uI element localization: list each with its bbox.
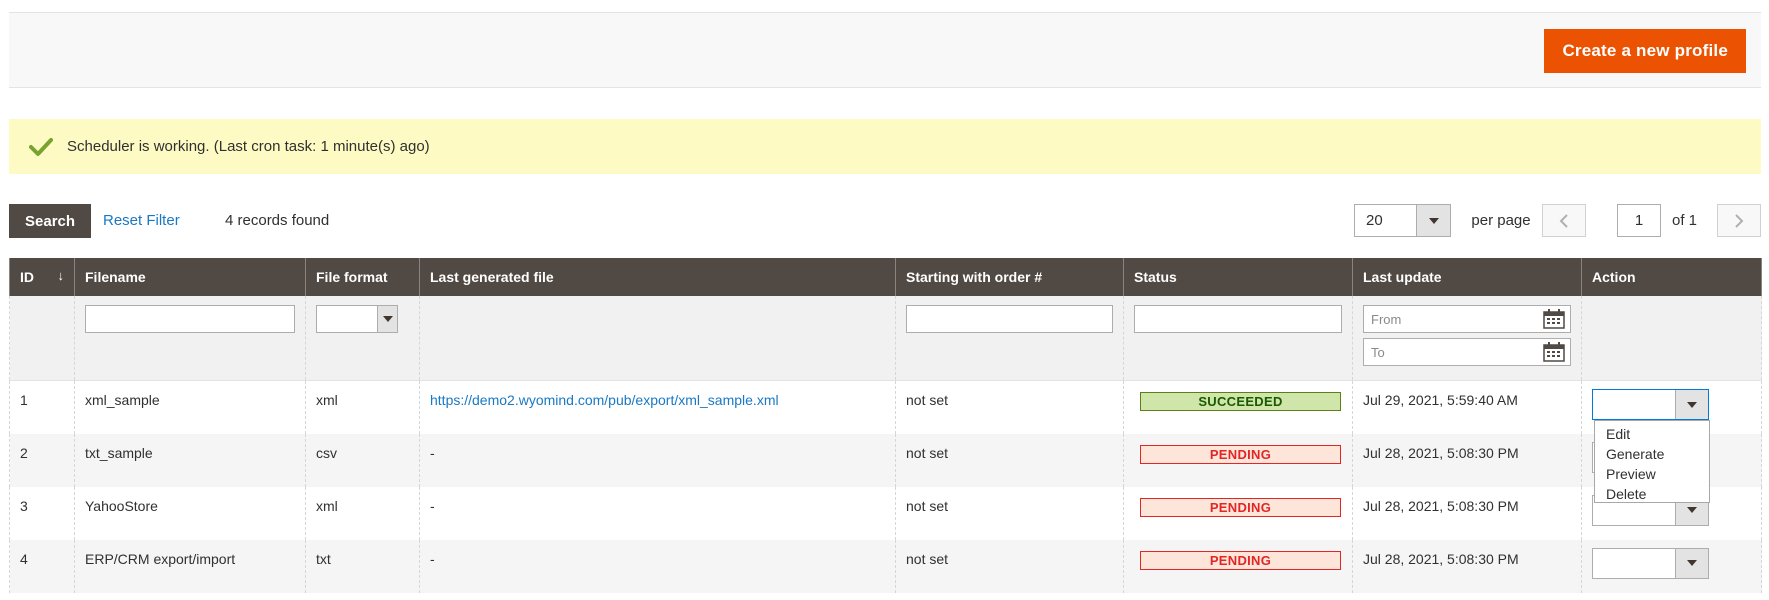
action-option-generate[interactable]: Generate [1595,444,1709,464]
action-dropdown-menu: Edit Generate Preview Delete [1594,420,1710,503]
cell-file-format: txt [305,539,420,593]
column-header-status[interactable]: Status [1123,258,1353,296]
scheduler-message-text: Scheduler is working. (Last cron task: 1… [67,138,430,155]
page-number-input[interactable] [1617,204,1661,237]
search-button[interactable]: Search [9,204,92,238]
status-badge: SUCCEEDED [1140,392,1341,411]
column-header-filename[interactable]: Filename [74,258,306,296]
cell-last-generated-file: - [419,539,896,593]
cell-last-update: Jul 28, 2021, 5:08:30 PM [1352,486,1582,540]
date-from-input[interactable] [1364,306,1524,332]
cell-id: 4 [9,539,75,593]
table-row: 1 xml_sample xml https://demo2.wyomind.c… [9,380,1762,434]
chevron-down-icon[interactable] [1416,205,1450,236]
grid-toolbar: Search Reset Filter 4 records found 20 p… [9,204,1761,240]
cell-id: 2 [9,433,75,487]
cell-starting-order: not set [895,486,1124,540]
cell-file-format: xml [305,380,420,434]
cell-last-update: Jul 29, 2021, 5:59:40 AM [1352,380,1582,434]
action-select[interactable] [1592,547,1709,579]
date-from-field [1363,305,1571,333]
cell-last-generated-file: - [419,433,896,487]
cell-filename: YahooStore [74,486,306,540]
action-select[interactable] [1592,389,1709,420]
chevron-down-icon[interactable] [377,306,397,332]
action-option-delete[interactable]: Delete [1595,484,1709,504]
cell-file-format: csv [305,433,420,487]
table-row: 4 ERP/CRM export/import txt - not set PE… [9,539,1762,593]
cell-last-update: Jul 28, 2021, 5:08:30 PM [1352,539,1582,593]
status-badge: PENDING [1140,550,1341,570]
action-option-preview[interactable]: Preview [1595,464,1709,484]
chevron-down-icon[interactable] [1675,548,1708,578]
column-header-id[interactable]: ID ↓ [9,258,75,296]
calendar-icon[interactable] [1543,342,1565,362]
page-total: of 1 [1672,212,1698,229]
records-count: 4 records found [225,212,330,229]
check-icon [29,136,53,158]
cell-file-format: xml [305,486,420,540]
scheduler-message: Scheduler is working. (Last cron task: 1… [9,119,1761,174]
cell-filename: xml_sample [74,380,306,434]
column-header-action: Action [1581,258,1762,296]
date-to-input[interactable] [1364,339,1524,365]
grid-header-row: ID ↓ Filename File format Last generated … [9,258,1762,296]
status-badge: PENDING [1140,444,1341,464]
file-format-filter-select[interactable] [316,305,398,333]
chevron-down-icon[interactable] [1675,390,1708,419]
status-badge: PENDING [1140,497,1341,517]
date-to-field [1363,338,1571,366]
filter-row [9,296,1762,381]
column-header-last-generated-file[interactable]: Last generated file [419,258,896,296]
cell-starting-order: not set [895,433,1124,487]
filename-filter-input[interactable] [85,305,295,333]
cell-starting-order: not set [895,380,1124,434]
per-page-label: per page [1471,212,1531,229]
chevron-right-icon [1735,213,1744,228]
starting-order-filter-input[interactable] [906,305,1113,333]
status-filter-input[interactable] [1134,305,1342,333]
calendar-icon[interactable] [1543,309,1565,329]
cell-last-generated-file: - [419,486,896,540]
cell-id: 1 [9,380,75,434]
column-header-file-format[interactable]: File format [305,258,420,296]
table-row: 3 YahooStore xml - not set PENDING Jul 2… [9,486,1762,540]
action-option-edit[interactable]: Edit [1595,424,1709,444]
table-row: 2 txt_sample csv - not set PENDING Jul 2… [9,433,1762,487]
sort-arrow-icon: ↓ [57,268,65,283]
pager: 20 per page of 1 [1354,204,1761,238]
per-page-value: 20 [1366,212,1383,229]
chevron-left-icon [1559,213,1568,228]
cell-filename: txt_sample [74,433,306,487]
reset-filter-link[interactable]: Reset Filter [103,212,180,229]
column-header-last-update[interactable]: Last update [1352,258,1582,296]
column-header-starting-order[interactable]: Starting with order # [895,258,1124,296]
create-profile-button[interactable]: Create a new profile [1544,29,1746,73]
per-page-select[interactable]: 20 [1354,204,1451,237]
cell-starting-order: not set [895,539,1124,593]
next-page-button[interactable] [1717,204,1761,237]
cell-id: 3 [9,486,75,540]
previous-page-button[interactable] [1542,204,1586,237]
last-generated-file-link[interactable]: https://demo2.wyomind.com/pub/export/xml… [430,392,779,408]
cell-last-update: Jul 28, 2021, 5:08:30 PM [1352,433,1582,487]
page-actions-bar: Create a new profile [9,12,1761,88]
cell-filename: ERP/CRM export/import [74,539,306,593]
profiles-grid: ID ↓ Filename File format Last generated … [9,258,1762,593]
